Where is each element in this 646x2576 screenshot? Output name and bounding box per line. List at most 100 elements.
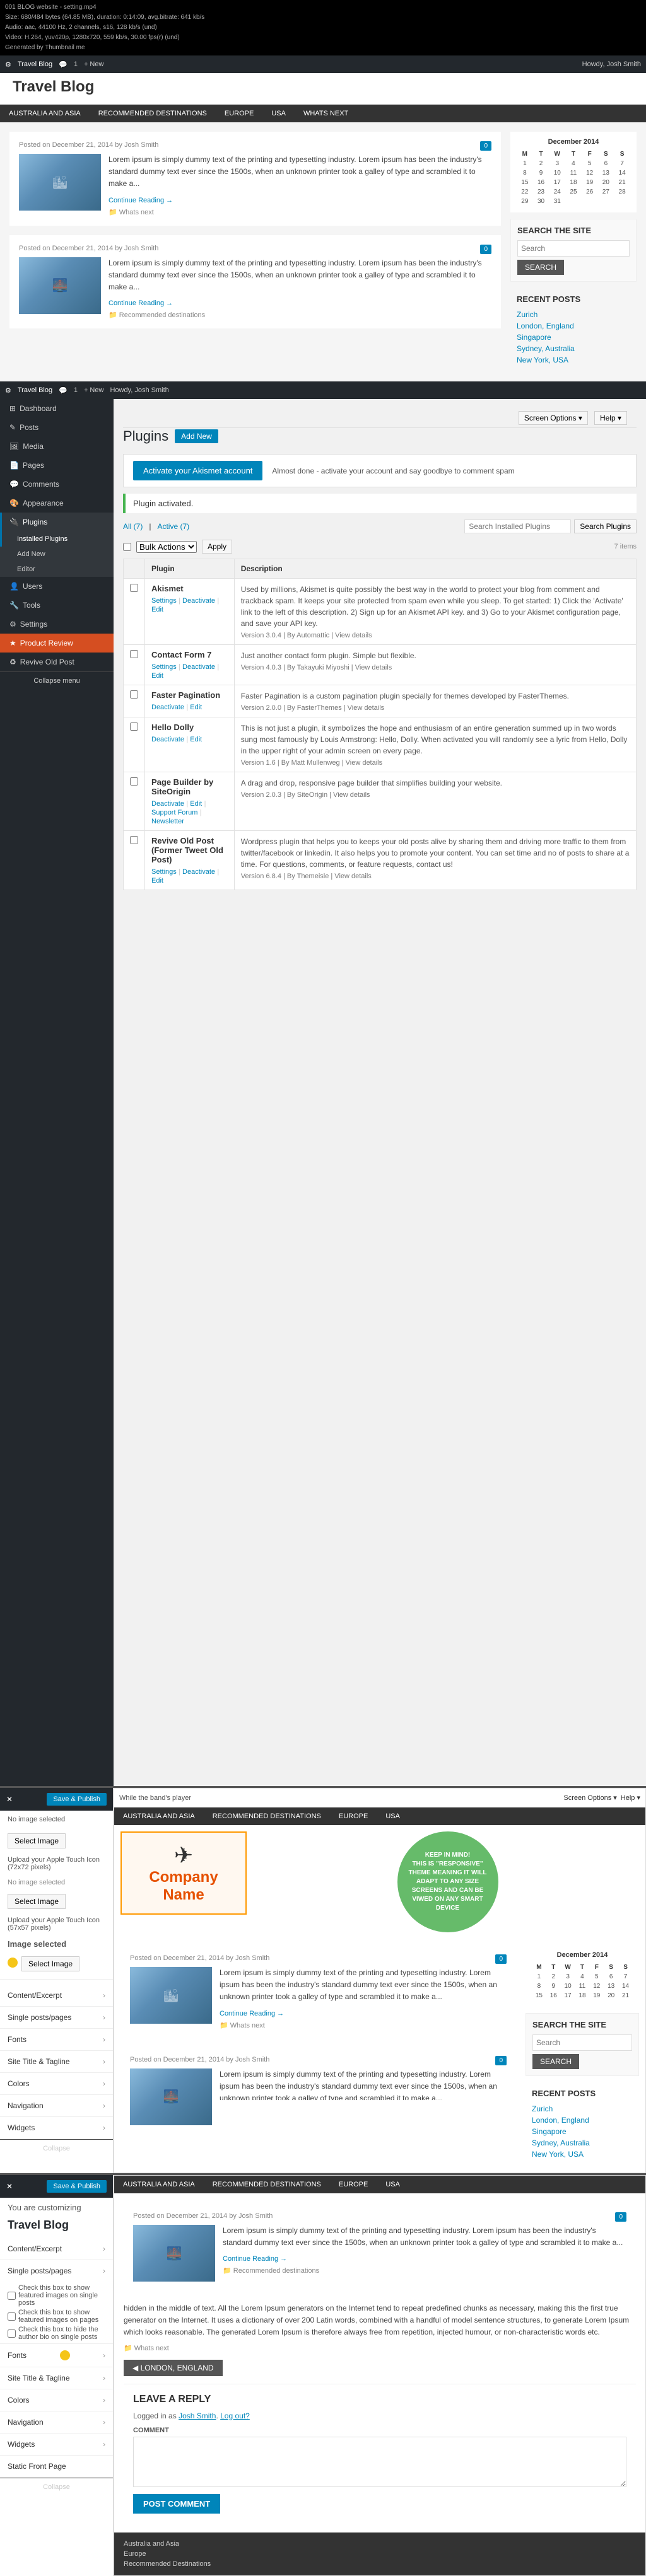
static-front-page-item[interactable]: Static Front Page [0, 2456, 113, 2477]
preview-search-btn[interactable]: SEARCH [532, 2054, 579, 2069]
search-installed-input[interactable] [464, 519, 571, 533]
sidebar-item-tools[interactable]: 🔧 Tools [0, 596, 114, 615]
footer-nav-3[interactable]: Recommended Destinations [124, 2559, 636, 2569]
sidebar-item-media[interactable]: 🖼 Media [0, 437, 114, 456]
collapse-btn-1[interactable]: Collapse [0, 2139, 113, 2157]
navigation-item[interactable]: Navigation › [0, 2095, 113, 2116]
preview-post-1-continue[interactable]: Continue Reading → [220, 2010, 284, 2017]
sp-nav-australia[interactable]: AUSTRALIA AND ASIA [114, 2176, 204, 2193]
site-name-2[interactable]: Travel Blog [18, 386, 52, 394]
fp-edit-link[interactable]: Edit [186, 704, 202, 711]
preview-recent-3[interactable]: Singapore [532, 2126, 633, 2137]
save-publish-button-2[interactable]: Save & Publish [47, 2180, 107, 2193]
rop-deactivate-link[interactable]: Deactivate [179, 868, 215, 876]
akismet-activate-button[interactable]: Activate your Akismet account [133, 461, 262, 480]
post-1-continue-reading[interactable]: Continue Reading → [109, 197, 173, 204]
single-posts-item-2[interactable]: Single posts/pages › [0, 2260, 113, 2282]
checkbox-hide-author[interactable] [8, 2329, 16, 2338]
select-image-btn-2[interactable]: Select Image [8, 1894, 66, 1909]
sp-continue-reading[interactable]: Continue Reading → [223, 2255, 287, 2263]
akismet-deactivate-link[interactable]: Deactivate [179, 597, 215, 605]
recent-post-1[interactable]: Zurich [517, 309, 630, 320]
preview-recent-5[interactable]: New York, USA [532, 2149, 633, 2160]
back-london-btn[interactable]: ◀ LONDON, ENGLAND [124, 2360, 223, 2376]
recent-post-4[interactable]: Sydney, Australia [517, 343, 630, 354]
help-button[interactable]: Help ▾ [594, 411, 627, 425]
close-customizer-icon[interactable]: ✕ [6, 1795, 13, 1804]
sidebar-item-revive-old-post[interactable]: ♻ Revive Old Post [0, 653, 114, 671]
prev-nav-australia[interactable]: AUSTRALIA AND ASIA [114, 1807, 204, 1825]
nav-australia[interactable]: AUSTRALIA AND ASIA [0, 105, 90, 122]
search-installed-button[interactable]: Search Plugins [574, 519, 637, 533]
akismet-settings-link[interactable]: Settings [151, 597, 177, 605]
content-excerpt-item-2[interactable]: Content/Excerpt › [0, 2238, 113, 2260]
add-new-button[interactable]: Add New [175, 429, 218, 443]
search-input[interactable] [517, 240, 630, 257]
sidebar-item-product-review[interactable]: ★ Product Review [0, 634, 114, 653]
site-name[interactable]: Travel Blog [18, 61, 52, 68]
preview-recent-2[interactable]: London, England [532, 2115, 633, 2126]
post-comment-button[interactable]: POST COMMENT [133, 2494, 220, 2514]
username-link[interactable]: Josh Smith [179, 2411, 216, 2420]
sidebar-item-appearance[interactable]: 🎨 Appearance [0, 494, 114, 513]
collapse-btn-2[interactable]: Collapse [0, 2478, 113, 2496]
sp-nav-europe[interactable]: EUROPE [330, 2176, 377, 2193]
checkbox-featured-pages[interactable] [8, 2312, 16, 2321]
single-posts-item[interactable]: Single posts/pages › [0, 2007, 113, 2028]
cf7-checkbox[interactable] [130, 650, 138, 658]
preview-recent-1[interactable]: Zurich [532, 2103, 633, 2115]
rop-settings-link[interactable]: Settings [151, 868, 177, 876]
widgets-item[interactable]: Widgets › [0, 2117, 113, 2138]
sidebar-item-dashboard[interactable]: ⊞ Dashboard [0, 399, 114, 418]
collapse-menu-btn[interactable]: Collapse menu [0, 671, 114, 690]
sidebar-item-comments[interactable]: 💬 Comments [0, 475, 114, 494]
prev-nav-recommended[interactable]: RECOMMENDED DESTINATIONS [204, 1807, 330, 1825]
bulk-actions-select[interactable]: Bulk Actions [136, 541, 197, 553]
select-image-btn-3[interactable]: Select Image [21, 1956, 79, 1971]
select-all-checkbox[interactable] [123, 543, 131, 551]
comment-textarea[interactable] [133, 2437, 626, 2487]
sidebar-item-posts[interactable]: ✎ Posts [0, 418, 114, 437]
cf7-settings-link[interactable]: Settings [151, 663, 177, 671]
site-title-item[interactable]: Site Title & Tagline › [0, 2051, 113, 2072]
sp-nav-recommended[interactable]: RECOMMENDED DESTINATIONS [204, 2176, 330, 2193]
widgets-item-2[interactable]: Widgets › [0, 2434, 113, 2455]
fonts-item-2[interactable]: Fonts › [0, 2344, 113, 2367]
hd-deactivate-link[interactable]: Deactivate [151, 736, 184, 743]
close-customizer-icon-2[interactable]: ✕ [6, 2182, 13, 2191]
nav-whatsnext[interactable]: WHATS NEXT [295, 105, 357, 122]
footer-nav-1[interactable]: Australia and Asia [124, 2539, 636, 2549]
checkbox-featured-single[interactable] [8, 2292, 16, 2300]
colors-item[interactable]: Colors › [0, 2073, 113, 2094]
prev-nav-usa[interactable]: USA [377, 1807, 409, 1825]
filter-all[interactable]: All (7) [123, 522, 143, 531]
filter-active[interactable]: Active (7) [157, 522, 189, 531]
log-out-link[interactable]: Log out? [220, 2411, 250, 2420]
fonts-item[interactable]: Fonts › [0, 2029, 113, 2050]
hd-checkbox[interactable] [130, 722, 138, 731]
recent-post-3[interactable]: Singapore [517, 332, 630, 343]
nav-europe[interactable]: EUROPE [216, 105, 262, 122]
colors-item-2[interactable]: Colors › [0, 2389, 113, 2411]
apply-bulk-button[interactable]: Apply [202, 540, 232, 554]
nav-usa[interactable]: USA [262, 105, 295, 122]
new-post-btn[interactable]: + New [84, 61, 104, 68]
pb-edit-link[interactable]: Edit [186, 800, 202, 808]
hd-edit-link[interactable]: Edit [186, 736, 202, 743]
fp-checkbox[interactable] [130, 690, 138, 699]
pb-deactivate-link[interactable]: Deactivate [151, 800, 184, 808]
submenu-installed-plugins[interactable]: Installed Plugins [0, 531, 114, 547]
nav-recommended[interactable]: RECOMMENDED DESTINATIONS [90, 105, 216, 122]
pb-checkbox[interactable] [130, 777, 138, 786]
site-title-item-2[interactable]: Site Title & Tagline › [0, 2367, 113, 2389]
sidebar-item-pages[interactable]: 📄 Pages [0, 456, 114, 475]
select-image-btn-1[interactable]: Select Image [8, 1833, 66, 1848]
preview-search-input[interactable] [532, 2034, 632, 2051]
content-excerpt-item[interactable]: Content/Excerpt › [0, 1985, 113, 2006]
prev-nav-europe[interactable]: EUROPE [330, 1807, 377, 1825]
post-2-continue-reading[interactable]: Continue Reading → [109, 299, 173, 307]
footer-nav-2[interactable]: Europe [124, 2549, 636, 2559]
preview-recent-4[interactable]: Sydney, Australia [532, 2137, 633, 2149]
akismet-checkbox[interactable] [130, 584, 138, 592]
rop-checkbox[interactable] [130, 836, 138, 844]
